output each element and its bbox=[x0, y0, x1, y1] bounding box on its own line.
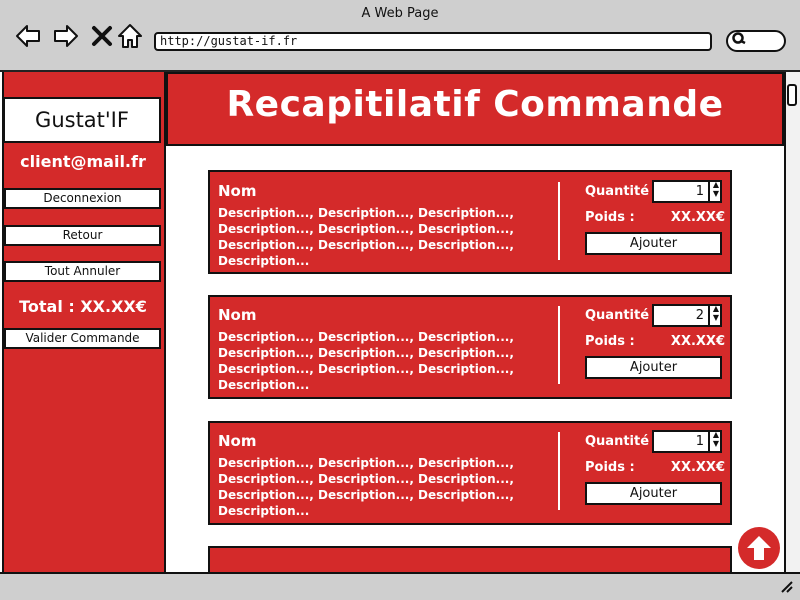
weight-label: Poids : bbox=[585, 334, 635, 349]
weight-label: Poids : bbox=[585, 460, 635, 475]
address-bar[interactable]: http://gustat-if.fr bbox=[154, 32, 712, 51]
page-title: Recapitilatif Commande bbox=[226, 84, 724, 125]
brand-logo: Gustat'IF bbox=[3, 97, 161, 143]
home-icon[interactable] bbox=[116, 22, 144, 50]
add-button[interactable]: Ajouter bbox=[585, 232, 722, 255]
stepper-arrows-icon[interactable]: ▲ ▼ bbox=[708, 304, 722, 327]
window-title: A Web Page bbox=[361, 6, 439, 21]
cancel-all-button[interactable]: Tout Annuler bbox=[4, 261, 161, 282]
add-button[interactable]: Ajouter bbox=[585, 482, 722, 505]
weight-value: XX.XX€ bbox=[670, 460, 725, 475]
stepper-arrows-icon[interactable]: ▲ ▼ bbox=[708, 430, 722, 453]
scroll-top-arrow-icon[interactable] bbox=[738, 527, 780, 569]
quantity-value[interactable]: 1 bbox=[652, 430, 704, 453]
logout-button[interactable]: Deconnexion bbox=[4, 188, 161, 209]
back-arrow-icon[interactable] bbox=[14, 22, 42, 50]
product-name: Nom bbox=[218, 182, 257, 200]
user-email: client@mail.fr bbox=[20, 152, 146, 171]
quantity-label: Quantité : bbox=[585, 434, 659, 449]
product-card-partial bbox=[208, 546, 732, 572]
browser-statusbar bbox=[0, 572, 800, 600]
card-divider bbox=[558, 182, 560, 260]
order-total: Total : XX.XX€ bbox=[19, 297, 147, 316]
product-description: Description..., Description..., Descript… bbox=[218, 330, 514, 392]
product-description: Description..., Description..., Descript… bbox=[218, 206, 514, 268]
vertical-scrollbar[interactable] bbox=[784, 72, 800, 572]
quantity-value[interactable]: 1 bbox=[652, 180, 704, 203]
add-button[interactable]: Ajouter bbox=[585, 356, 722, 379]
resize-grip-icon[interactable] bbox=[778, 578, 794, 598]
card-divider bbox=[558, 432, 560, 510]
stepper-arrows-icon[interactable]: ▲ ▼ bbox=[708, 180, 722, 203]
forward-arrow-icon[interactable] bbox=[52, 22, 80, 50]
product-name: Nom bbox=[218, 306, 257, 324]
card-divider bbox=[558, 306, 560, 384]
product-description: Description..., Description..., Descript… bbox=[218, 456, 514, 518]
quantity-label: Quantité : bbox=[585, 184, 659, 199]
back-button[interactable]: Retour bbox=[4, 225, 161, 246]
weight-label: Poids : bbox=[585, 210, 635, 225]
close-icon[interactable] bbox=[88, 22, 116, 50]
quantity-value[interactable]: 2 bbox=[652, 304, 704, 327]
validate-order-button[interactable]: Valider Commande bbox=[4, 328, 161, 349]
weight-value: XX.XX€ bbox=[670, 210, 725, 225]
search-icon bbox=[731, 31, 747, 51]
quantity-label: Quantité : bbox=[585, 308, 659, 323]
sidebar bbox=[2, 72, 166, 572]
product-name: Nom bbox=[218, 432, 257, 450]
weight-value: XX.XX€ bbox=[670, 334, 725, 349]
scrollbar-thumb[interactable] bbox=[787, 84, 797, 106]
